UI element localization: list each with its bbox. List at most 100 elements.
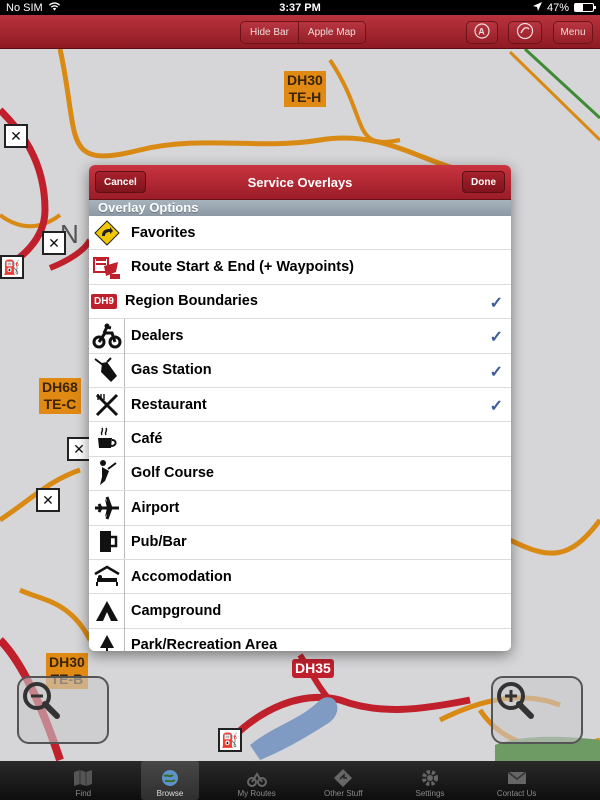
list-item-label: Campground [131,602,222,619]
route-label-dh68-te-c: DH68 TE-C [39,378,81,414]
list-item-favorites[interactable]: Favorites [89,216,511,251]
list-item-golf-course[interactable]: Golf Course [89,456,511,492]
list-item-gas-station[interactable]: Gas Station ✓ [89,353,511,388]
region-boundaries-icon: DH9 [89,284,119,318]
menu-button[interactable]: Menu [553,21,593,44]
hide-bar-button[interactable]: Hide Bar [241,22,298,43]
tab-label: My Routes [237,789,276,798]
battery-percent: 47% [546,1,569,14]
map-layers-icon: A [474,23,490,42]
park-recreation-icon [89,628,125,651]
tab-settings[interactable]: Settings [401,761,459,800]
checkmark-icon: ✓ [489,363,503,381]
map-gas-station-marker-icon[interactable]: ⛽ [218,728,242,752]
route-label-dh35: DH35 [292,659,334,678]
tab-label: Other Stuff [324,789,363,798]
list-item-label: Route Start & End (+ Waypoints) [131,259,355,276]
section-header: Overlay Options [89,200,511,216]
tab-label: Browse [156,789,184,798]
route-label-text: DH68 TE-C [42,379,78,412]
carrier-label: No SIM [6,1,43,14]
restaurant-icon [89,387,125,422]
status-bar: No SIM 3:37 PM 47% [0,0,600,15]
list-item-label: Accomodation [131,568,232,585]
top-toolbar: Hide Bar Apple Map A Menu [0,15,600,49]
dialog-title: Service Overlays [247,175,353,190]
list-item-label: Region Boundaries [125,293,258,310]
map-gas-station-marker-icon[interactable]: ⛽ [0,255,24,279]
tab-contact-us[interactable]: Contact Us [488,761,546,800]
map-restaurant-marker-icon[interactable]: ✕ [36,488,60,512]
list-item-park-recreation[interactable]: Park/Recreation Area [89,628,511,651]
tab-label: Settings [415,789,445,798]
checkmark-icon: ✓ [489,329,503,347]
favorites-icon [89,216,125,250]
checkmark-icon: ✓ [489,294,503,312]
compass-button[interactable] [508,21,542,44]
map-mode-segmented-control: Hide Bar Apple Map [240,21,366,44]
list-item-label: Park/Recreation Area [131,637,278,651]
map-layers-button[interactable]: A [466,21,498,44]
apple-map-button[interactable]: Apple Map [297,22,365,43]
tab-other-stuff[interactable]: Other Stuff [314,761,372,800]
tab-label: Contact Us [496,789,537,798]
tab-my-routes[interactable]: My Routes [228,761,286,800]
service-overlays-dialog: Service Overlays Cancel Done Overlay Opt… [89,165,511,651]
settings-icon [418,767,442,789]
wifi-icon [48,1,61,14]
list-item-cafe[interactable]: Café [89,422,511,457]
tab-label: Find [75,789,92,798]
list-item-accomodation[interactable]: Accomodation [89,559,511,595]
battery-fill [575,4,584,11]
list-item-route-start-end[interactable]: Route Start & End (+ Waypoints) [89,250,511,285]
list-item-campground[interactable]: Campground [89,594,511,629]
list-item-region-boundaries[interactable]: DH9 Region Boundaries ✓ [89,284,511,320]
accommodation-icon [89,559,125,594]
list-item-label: Café [131,431,163,448]
map-restaurant-marker-icon[interactable]: ✕ [4,124,28,148]
map-restaurant-marker-icon[interactable]: ✕ [42,231,66,255]
checkmark-icon: ✓ [489,397,503,415]
list-item-restaurant[interactable]: Restaurant ✓ [89,387,511,423]
find-icon [71,767,95,789]
list-item-label: Restaurant [131,396,207,413]
campground-icon [89,594,125,628]
map-restaurant-marker-icon[interactable]: ✕ [67,437,91,461]
route-label-dh30-te-h: DH30 TE-H [284,71,326,107]
location-arrow-icon [532,1,542,14]
contact-us-icon [505,767,529,789]
list-item-label: Pub/Bar [131,534,187,551]
region-badge: DH9 [90,293,117,309]
zoom-in-button[interactable] [491,676,583,744]
browse-icon [158,767,182,789]
tab-browse[interactable]: Browse [140,761,199,800]
tab-find[interactable]: Find [54,761,112,800]
route-label-text: DH30 TE-H [287,72,323,105]
list-item-dealers[interactable]: Dealers ✓ [89,318,511,354]
dealers-icon [89,318,125,353]
cancel-button[interactable]: Cancel [95,171,146,193]
gas-station-icon [89,353,125,388]
status-time: 3:37 PM [279,1,321,14]
list-item-label: Airport [131,499,180,516]
pub-bar-icon [89,525,125,560]
dialog-header: Service Overlays Cancel Done [89,165,511,200]
done-button[interactable]: Done [462,171,505,193]
cafe-icon [89,422,125,457]
other-stuff-icon [331,767,355,789]
airport-icon [89,490,125,525]
golf-course-icon [89,456,125,491]
compass-icon [516,22,534,43]
list-item-label: Golf Course [131,465,214,482]
list-item-pub-bar[interactable]: Pub/Bar [89,525,511,560]
svg-text:A: A [478,27,485,37]
zoom-out-button[interactable] [17,676,109,744]
list-item-airport[interactable]: Airport [89,490,511,526]
list-item-label: Dealers [131,327,184,344]
my-routes-icon [245,767,269,789]
list-item-label: Favorites [131,224,196,241]
battery-icon [574,3,596,12]
route-start-end-icon [89,250,125,284]
overlay-options-list[interactable]: Favorites Route Start & End (+ Waypoints… [89,216,511,651]
bottom-tab-bar: Find Browse My Routes Other Stuff Settin… [0,761,600,800]
